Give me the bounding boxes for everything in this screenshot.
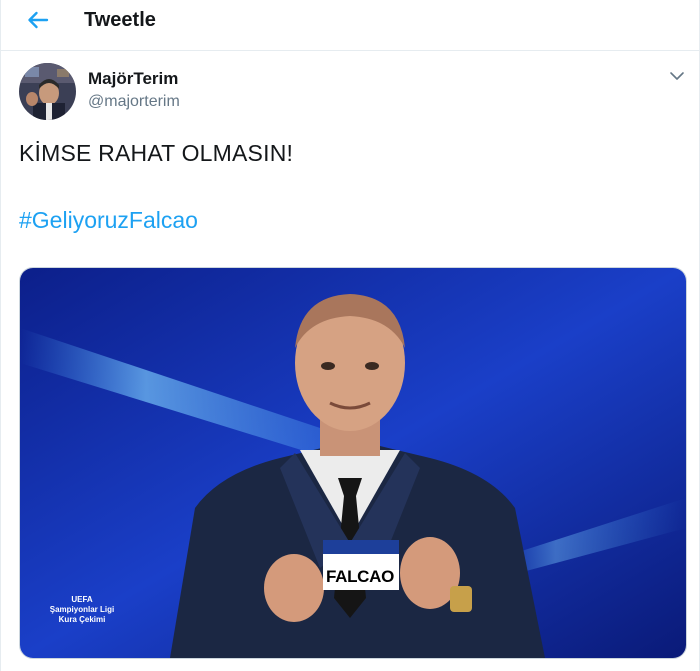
watermark-line: Kura Çekimi <box>58 615 106 624</box>
author-handle[interactable]: @majorterim <box>88 93 180 111</box>
watermark-line: Şampiyonlar Ligi <box>49 605 115 614</box>
page-title: Tweetle <box>84 9 156 31</box>
author-name[interactable]: MajörTerim <box>88 69 178 89</box>
tweet-text: KİMSE RAHAT OLMASIN! <box>19 140 294 166</box>
chevron-down-icon <box>670 72 684 80</box>
back-button[interactable] <box>22 6 54 34</box>
page-header: Tweetle <box>0 0 700 51</box>
broadcast-watermark: UEFA Şampiyonlar Ligi Kura Çekimi <box>28 595 136 625</box>
draw-card-text: FALCAO <box>325 567 395 586</box>
avatar[interactable] <box>19 63 76 120</box>
watermark-line: UEFA <box>71 595 93 604</box>
hashtag-link[interactable]: #GeliyoruzFalcao <box>19 207 198 234</box>
tweet-menu-button[interactable] <box>667 66 687 86</box>
arrow-left-icon <box>28 11 49 29</box>
